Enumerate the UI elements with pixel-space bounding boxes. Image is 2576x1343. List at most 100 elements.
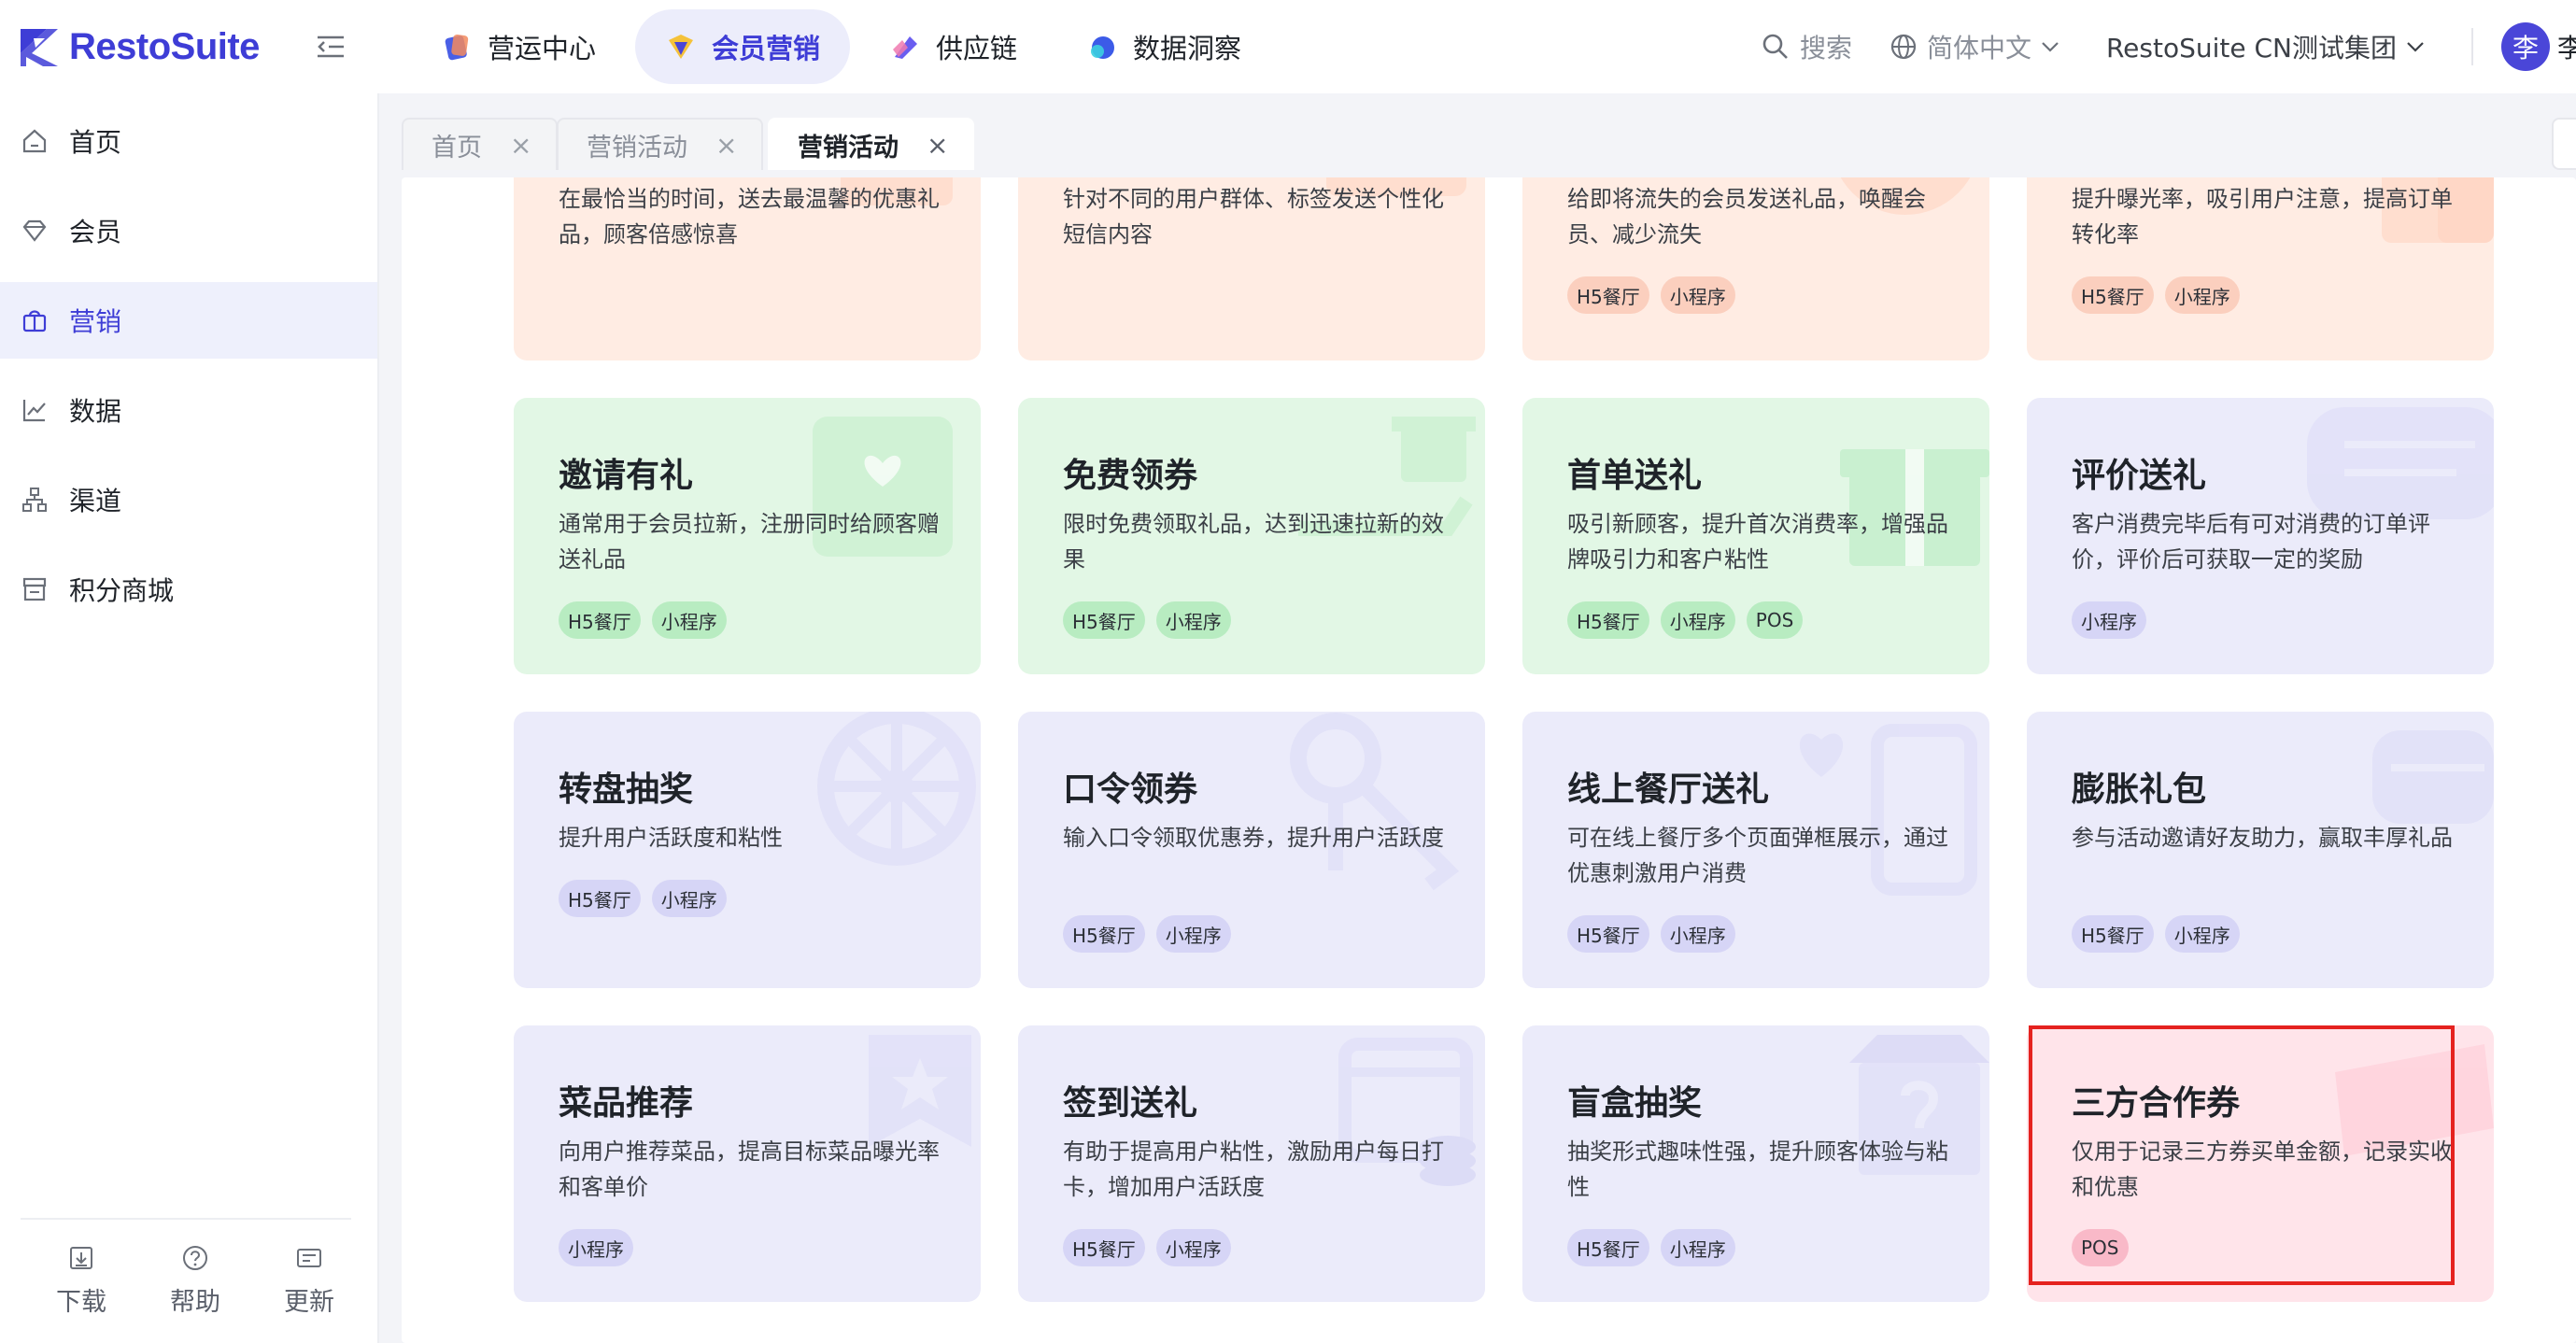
topnav-supply-chain[interactable]: 供应链: [859, 9, 1047, 84]
tag-pos: POS: [1746, 601, 1804, 639]
close-icon[interactable]: ×: [715, 130, 737, 161]
restosuite-logo-icon: [19, 25, 60, 68]
card-tags: H5餐厅 小程序: [1063, 915, 1242, 953]
organization-label: RestoSuite CN测试集团: [2105, 33, 2397, 64]
activity-card[interactable]: 提升曝光率，吸引用户注意，提高订单转化率 H5餐厅 小程序: [2027, 177, 2494, 360]
search-button[interactable]: 搜索: [1761, 28, 1852, 65]
tag-miniprogram: 小程序: [2164, 276, 2240, 314]
topnav-operations[interactable]: 营运中心: [411, 9, 626, 84]
tag-h5: H5餐厅: [1063, 1229, 1145, 1266]
marketing-icon: [665, 31, 697, 63]
top-header: RestoSuite 营运中心 会员营销 供应链 数据洞察 搜索 简体中文 Re…: [0, 0, 2576, 93]
update-icon: [297, 1249, 321, 1267]
card-description: 参与活动邀请好友助力，赢取丰厚礼品: [2072, 825, 2453, 851]
download-label: 下载: [56, 1288, 106, 1317]
home-icon: [22, 129, 47, 153]
sidebar-item-channels[interactable]: 渠道: [0, 461, 377, 538]
help-icon: [183, 1246, 207, 1270]
sidebar-item-label: 渠道: [69, 486, 122, 516]
card-title: 转盘抽奖: [559, 770, 694, 809]
tag-miniprogram: 小程序: [1660, 601, 1735, 639]
tab-overflow-button[interactable]: [2552, 118, 2576, 170]
topnav-label: 数据洞察: [1133, 33, 1242, 64]
sidebar-item-home[interactable]: 首页: [0, 103, 377, 179]
close-icon[interactable]: ×: [927, 130, 948, 161]
tag-h5: H5餐厅: [2072, 915, 2154, 953]
brand-logo[interactable]: RestoSuite: [19, 22, 260, 71]
tab-marketing-activities[interactable]: 营销活动 ×: [557, 118, 764, 170]
sidebar-item-label: 首页: [69, 127, 122, 158]
tag-h5: H5餐厅: [1567, 915, 1649, 953]
activity-card[interactable]: 给即将流失的会员发送礼品，唤醒会员、减少流失 H5餐厅 小程序: [1522, 177, 1989, 360]
card-description: 可在线上餐厅多个页面弹框展示，通过优惠刺激用户消费: [1567, 825, 1948, 886]
activity-card[interactable]: 在最恰当的时间，送去最温馨的优惠礼品，顾客倍感惊喜: [514, 177, 981, 360]
card-tags: H5餐厅 小程序: [1567, 915, 1747, 953]
activity-card-expansion-pack[interactable]: 膨胀礼包 参与活动邀请好友助力，赢取丰厚礼品 H5餐厅 小程序: [2027, 712, 2494, 988]
sidebar-item-marketing[interactable]: 营销: [0, 282, 377, 359]
activity-card-password-coupon[interactable]: 口令领券 输入口令领取优惠券，提升用户活跃度 H5餐厅 小程序: [1018, 712, 1485, 988]
language-selector[interactable]: 简体中文: [1890, 28, 2069, 65]
download-button[interactable]: 下载: [49, 1244, 114, 1343]
tag-miniprogram: 小程序: [1660, 915, 1735, 953]
organization-selector[interactable]: RestoSuite CN测试集团: [2106, 28, 2434, 65]
card-description: 有助于提高用户粘性，激励用户每日打卡，增加用户活跃度: [1063, 1138, 1444, 1200]
card-description: 输入口令领取优惠券，提升用户活跃度: [1063, 825, 1444, 851]
activity-card-online-restaurant[interactable]: 线上餐厅送礼 可在线上餐厅多个页面弹框展示，通过优惠刺激用户消费 H5餐厅 小程…: [1522, 712, 1989, 988]
brand-name: RestoSuite: [69, 25, 260, 67]
sidebar-item-label: 数据: [69, 396, 122, 427]
card-description: 给即将流失的会员发送礼品，唤醒会员、减少流失: [1567, 186, 1926, 247]
card-description: 抽奖形式趣味性强，提升顾客体验与粘性: [1567, 1138, 1948, 1200]
tag-miniprogram: 小程序: [651, 880, 727, 917]
tab-marketing-activities-active[interactable]: 营销活动 ×: [768, 118, 975, 170]
chart-line-icon: [22, 400, 46, 422]
tag-h5: H5餐厅: [2072, 276, 2154, 314]
supply-chain-icon: [889, 31, 921, 63]
card-description: 针对不同的用户群体、标签发送个性化短信内容: [1063, 186, 1444, 247]
activity-card-invite[interactable]: 邀请有礼 通常用于会员拉新，注册同时给顾客赠送礼品 H5餐厅 小程序: [514, 398, 981, 674]
topnav-marketing[interactable]: 会员营销: [635, 9, 851, 84]
help-button[interactable]: 帮助: [163, 1244, 228, 1343]
sidebar-item-data[interactable]: 数据: [0, 372, 377, 448]
download-icon: [70, 1247, 92, 1269]
close-icon[interactable]: ×: [510, 130, 531, 161]
activity-card-dish-recommend[interactable]: 菜品推荐 向用户推荐菜品，提高目标菜品曝光率和客单价 小程序: [514, 1025, 981, 1302]
activity-card-free-coupon[interactable]: 免费领券 限时免费领取礼品，达到迅速拉新的效果 H5餐厅 小程序: [1018, 398, 1485, 674]
insights-icon: [1086, 31, 1118, 63]
card-tags: H5餐厅 小程序: [559, 880, 738, 917]
card-tags: H5餐厅 小程序: [2072, 276, 2251, 314]
tag-h5: H5餐厅: [1567, 1229, 1649, 1266]
update-button[interactable]: 更新: [276, 1244, 342, 1343]
sidebar-item-members[interactable]: 会员: [0, 192, 377, 269]
activity-card-blind-box[interactable]: 盲盒抽奖 抽奖形式趣味性强，提升顾客体验与粘性 H5餐厅 小程序: [1522, 1025, 1989, 1302]
activity-card-review[interactable]: 评价送礼 客户消费完毕后有可对消费的订单评价，评价后可获取一定的奖励 小程序: [2027, 398, 2494, 674]
topnav-label: 营运中心: [488, 33, 597, 64]
card-tags: 小程序: [2072, 601, 2158, 639]
card-title: 膨胀礼包: [2072, 770, 2207, 809]
card-title: 评价送礼: [2072, 457, 2207, 495]
user-avatar[interactable]: 李: [2501, 22, 2550, 71]
tag-miniprogram: 小程序: [1155, 1229, 1231, 1266]
page-tabs: 首页 × 营销活动 × 营销活动 ×: [379, 103, 2576, 177]
activity-card-wheel[interactable]: 转盘抽奖 提升用户活跃度和粘性 H5餐厅 小程序: [514, 712, 981, 988]
chevron-down-icon: [2407, 42, 2424, 52]
top-navigation: 营运中心 会员营销 供应链 数据洞察: [411, 9, 1281, 84]
activity-card[interactable]: 针对不同的用户群体、标签发送个性化短信内容: [1018, 177, 1485, 360]
tag-h5: H5餐厅: [1063, 601, 1145, 639]
activity-card-first-order[interactable]: 首单送礼 吸引新顾客，提升首次消费率，增强品牌吸引力和客户粘性 H5餐厅 小程序…: [1522, 398, 1989, 674]
user-name[interactable]: 李: [2557, 28, 2576, 65]
collapse-sidebar-icon[interactable]: [316, 32, 347, 62]
card-title: 线上餐厅送礼: [1567, 770, 1770, 809]
tag-miniprogram: 小程序: [2164, 915, 2240, 953]
topnav-label: 会员营销: [712, 33, 821, 64]
header-actions: 搜索 简体中文 RestoSuite CN测试集团 李 李: [1761, 0, 2576, 93]
tab-label: 首页: [432, 133, 482, 163]
search-icon: [1762, 34, 1788, 59]
sidebar-item-points-mall[interactable]: 积分商城: [0, 551, 377, 628]
activity-card-check-in[interactable]: 签到送礼 有助于提高用户粘性，激励用户每日打卡，增加用户活跃度 H5餐厅 小程序: [1018, 1025, 1485, 1302]
topnav-insights[interactable]: 数据洞察: [1056, 9, 1271, 84]
card-tags: H5餐厅 小程序: [1567, 276, 1747, 314]
card-description: 向用户推荐菜品，提高目标菜品曝光率和客单价: [559, 1138, 940, 1200]
tab-home[interactable]: 首页 ×: [402, 118, 559, 170]
card-tags: H5餐厅 小程序: [1063, 601, 1242, 639]
sidebar-footer: 下载 帮助 更新: [21, 1218, 351, 1343]
